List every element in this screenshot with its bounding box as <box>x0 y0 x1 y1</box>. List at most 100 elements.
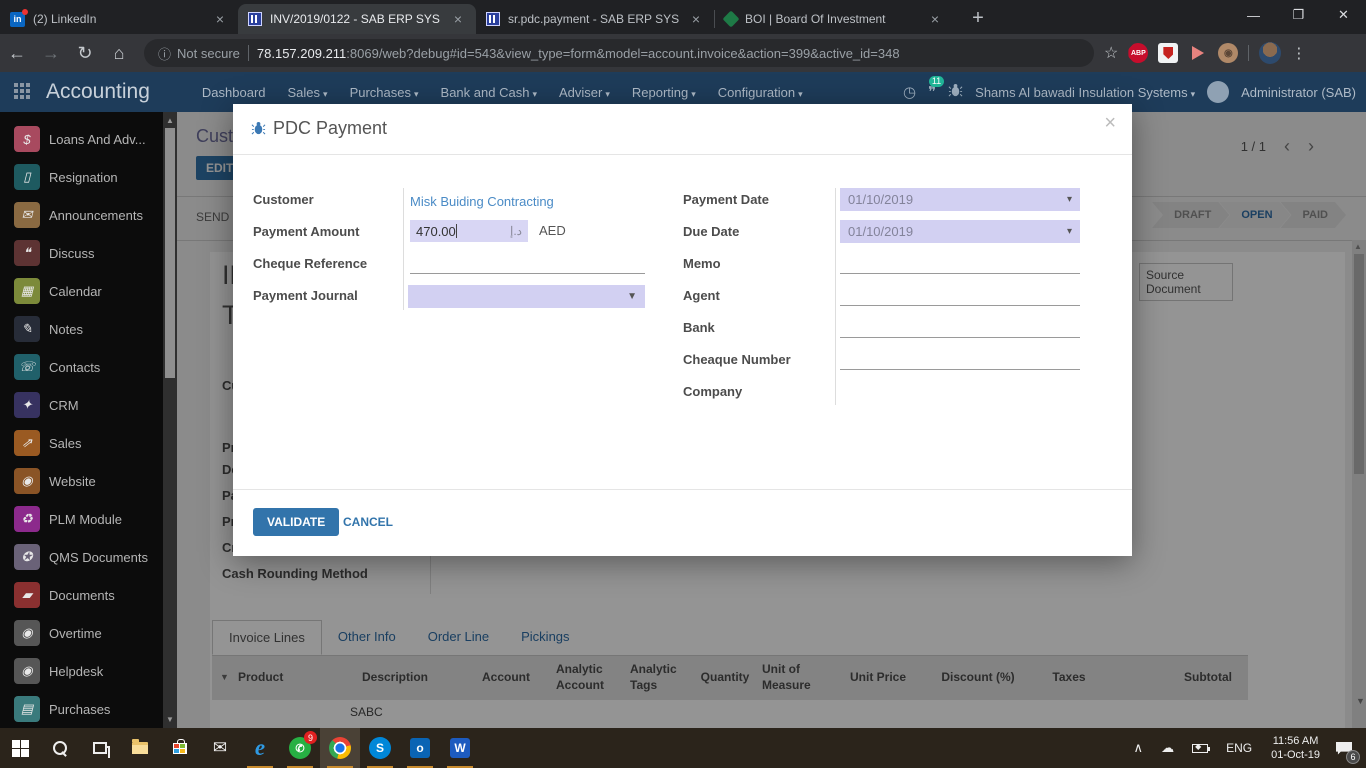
forward-button[interactable]: → <box>34 43 68 64</box>
sidebar-item-notes[interactable]: ✎Notes <box>0 310 163 348</box>
cheaque-number-input[interactable] <box>840 348 1080 370</box>
maximize-button[interactable]: ❐ <box>1276 7 1321 23</box>
sidebar-item-purchases[interactable]: ▤Purchases <box>0 690 163 728</box>
profile-avatar[interactable] <box>1259 42 1281 64</box>
sidebar-item-discuss[interactable]: ❝Discuss <box>0 234 163 272</box>
sidebar-item-website[interactable]: ◉Website <box>0 462 163 500</box>
due-date-select[interactable]: 01/10/2019 ▾ <box>840 220 1080 243</box>
cancel-button[interactable]: CANCEL <box>343 515 393 529</box>
sidebar-scrollbar[interactable]: ▲ ▼ <box>163 112 177 728</box>
website-icon: ◉ <box>14 468 40 494</box>
back-button[interactable]: ← <box>0 43 34 64</box>
sidebar-item-sales[interactable]: ⇗Sales <box>0 424 163 462</box>
mail-icon[interactable]: ✉ <box>200 728 240 768</box>
whatsapp-icon[interactable]: ✆ 9 <box>280 728 320 768</box>
skype-icon[interactable]: S <box>360 728 400 768</box>
file-explorer-icon[interactable] <box>120 728 160 768</box>
battery-icon[interactable] <box>1192 744 1208 753</box>
agent-input[interactable] <box>840 284 1080 306</box>
payment-journal-select[interactable]: ▼ <box>408 285 645 308</box>
browser-menu-icon[interactable]: ⋮ <box>1291 44 1307 62</box>
menu-configuration[interactable]: Configuration▾ <box>718 85 803 100</box>
customer-value-link[interactable]: Misk Buiding Contracting <box>410 194 554 209</box>
company-switcher[interactable]: Shams Al bawadi Insulation Systems▾ <box>975 85 1195 100</box>
scroll-down-icon[interactable]: ▼ <box>166 715 174 724</box>
word-icon[interactable]: W <box>440 728 480 768</box>
onedrive-icon[interactable]: ☁ <box>1161 740 1174 756</box>
date: 01-Oct-19 <box>1271 749 1320 761</box>
tab-pdc-payment[interactable]: sr.pdc.payment - SAB ERP SYS × <box>476 4 714 34</box>
scroll-up-icon[interactable]: ▲ <box>166 116 174 125</box>
tab-close-icon[interactable]: × <box>450 11 466 27</box>
scrollbar-thumb[interactable] <box>165 128 175 378</box>
cheque-reference-input[interactable] <box>410 252 645 274</box>
outlook-icon[interactable]: o <box>400 728 440 768</box>
language-indicator[interactable]: ENG <box>1226 741 1252 755</box>
taskbar-clock[interactable]: 11:56 AM 01-Oct-19 <box>1271 734 1320 762</box>
divider <box>248 45 249 61</box>
dialog-footer: VALIDATE CANCEL <box>233 489 1132 556</box>
payment-date-select[interactable]: 01/10/2019 ▾ <box>840 188 1080 211</box>
memo-input[interactable] <box>840 252 1080 274</box>
minimize-button[interactable]: — <box>1231 8 1276 23</box>
overtime-icon: ◉ <box>14 620 40 646</box>
debug-bug-icon[interactable] <box>948 83 963 102</box>
menu-dashboard[interactable]: Dashboard <box>202 85 266 100</box>
bank-input[interactable] <box>840 316 1080 338</box>
task-view-icon[interactable] <box>80 728 120 768</box>
info-icon: ⓘ <box>158 44 171 63</box>
monkey-extension-icon[interactable]: ◉ <box>1218 43 1238 63</box>
start-button[interactable] <box>0 728 40 768</box>
arrow-extension-icon[interactable] <box>1188 43 1208 63</box>
address-bar[interactable]: ⓘNot secure 78.157.209.211:8069/web?debu… <box>144 39 1094 67</box>
tab-close-icon[interactable]: × <box>927 11 943 27</box>
edge-icon[interactable]: e <box>240 728 280 768</box>
tab-linkedin[interactable]: in (2) LinkedIn × <box>0 4 238 34</box>
sidebar-item-plm-module[interactable]: ♻PLM Module <box>0 500 163 538</box>
menu-reporting[interactable]: Reporting▾ <box>632 85 696 100</box>
validate-button[interactable]: VALIDATE <box>253 508 339 536</box>
menu-purchases[interactable]: Purchases▾ <box>350 85 419 100</box>
hidden-icons-chevron[interactable]: ∧ <box>1134 740 1144 756</box>
reload-button[interactable]: ↻ <box>68 43 102 64</box>
tab-boi[interactable]: BOI | Board Of Investment × <box>715 4 953 34</box>
sidebar-item-overtime[interactable]: ◉Overtime <box>0 614 163 652</box>
sidebar-item-loans[interactable]: $Loans And Adv... <box>0 120 163 158</box>
sidebar-item-crm[interactable]: ✦CRM <box>0 386 163 424</box>
messages-icon[interactable]: ❞11 <box>928 83 936 101</box>
divider <box>835 188 836 405</box>
close-window-button[interactable]: ✕ <box>1321 7 1366 23</box>
sidebar-item-documents[interactable]: ▰Documents <box>0 576 163 614</box>
taskbar-search-icon[interactable] <box>40 728 80 768</box>
app-title[interactable]: Accounting <box>46 80 150 104</box>
sidebar-item-calendar[interactable]: ▦Calendar <box>0 272 163 310</box>
agent-label: Agent <box>683 288 720 303</box>
security-status[interactable]: ⓘNot secure <box>158 44 240 63</box>
tab-invoice[interactable]: INV/2019/0122 - SAB ERP SYS × <box>238 4 476 34</box>
user-menu[interactable]: Administrator (SAB) <box>1241 85 1356 100</box>
sidebar-item-qms-documents[interactable]: ✪QMS Documents <box>0 538 163 576</box>
apps-menu-icon[interactable] <box>14 83 32 101</box>
payment-amount-input[interactable]: 470.00 د.إ <box>410 220 528 242</box>
new-tab-button[interactable]: + <box>965 7 991 30</box>
tab-close-icon[interactable]: × <box>688 11 704 27</box>
tab-close-icon[interactable]: × <box>212 11 228 27</box>
adblock-extension-icon[interactable]: ABP <box>1128 43 1148 63</box>
company-input[interactable] <box>840 380 1080 402</box>
sidebar-item-announcements[interactable]: ✉Announcements <box>0 196 163 234</box>
window-controls: — ❐ ✕ <box>1231 0 1366 30</box>
user-avatar <box>1207 81 1229 103</box>
microsoft-store-icon[interactable] <box>160 728 200 768</box>
chrome-icon[interactable] <box>320 728 360 768</box>
sidebar-item-resignation[interactable]: ▯Resignation <box>0 158 163 196</box>
bookmark-star-icon[interactable]: ☆ <box>1104 43 1118 63</box>
home-button[interactable]: ⌂ <box>102 43 136 64</box>
menu-bank-and-cash[interactable]: Bank and Cash▾ <box>441 85 537 100</box>
sidebar-item-contacts[interactable]: ☏Contacts <box>0 348 163 386</box>
menu-sales[interactable]: Sales▾ <box>288 85 328 100</box>
menu-adviser[interactable]: Adviser▾ <box>559 85 610 100</box>
shield-extension-icon[interactable] <box>1158 43 1178 63</box>
activities-clock-icon[interactable]: ◷ <box>903 83 916 101</box>
close-icon[interactable]: × <box>1104 112 1116 135</box>
sidebar-item-helpdesk[interactable]: ◉Helpdesk <box>0 652 163 690</box>
